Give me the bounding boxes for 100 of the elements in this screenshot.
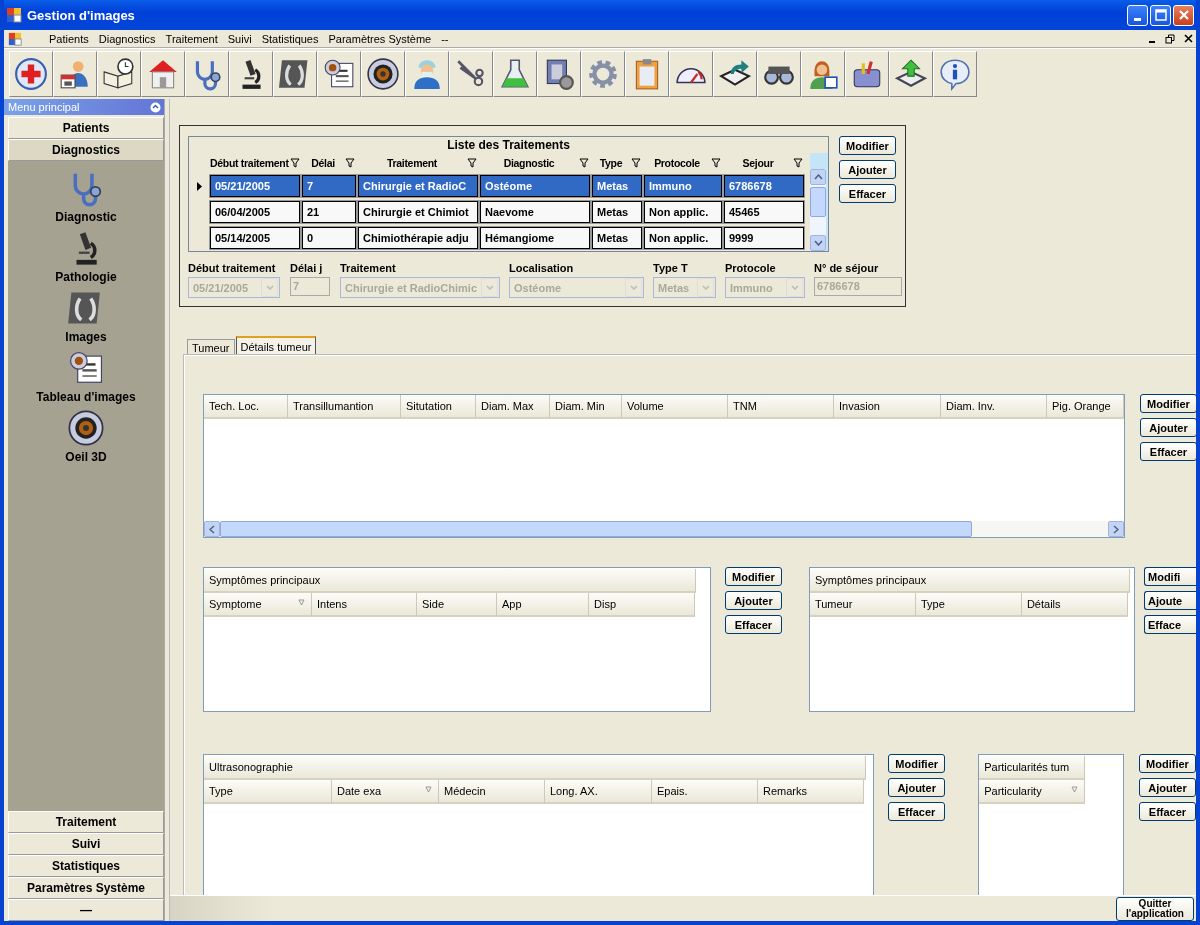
tab[interactable]: Tumeur: [187, 339, 235, 355]
action-button[interactable]: Efface: [1144, 615, 1196, 634]
action-button[interactable]: Ajouter: [724, 591, 782, 610]
column-header[interactable]: Intens: [312, 593, 417, 617]
column-header[interactable]: Détails: [1021, 593, 1128, 617]
sidebar-item[interactable]: Traitement: [8, 811, 164, 833]
toolbar-button[interactable]: [537, 51, 581, 97]
horizontal-scrollbar[interactable]: [204, 521, 1124, 537]
column-header[interactable]: Pig. Orange: [1047, 395, 1124, 419]
column-header[interactable]: Particularity: [979, 780, 1086, 804]
filter-icon[interactable]: [467, 158, 477, 168]
scroll-down-icon[interactable]: [813, 240, 823, 246]
column-header[interactable]: Transillumantion: [288, 395, 401, 419]
filter-icon[interactable]: [289, 158, 300, 168]
filter-icon[interactable]: [793, 158, 803, 168]
sidebar-item[interactable]: Paramètres Système: [8, 877, 164, 899]
toolbar-button[interactable]: [493, 51, 537, 97]
menu-item[interactable]: Suivi: [222, 32, 257, 45]
action-button[interactable]: Effacer: [1139, 802, 1196, 821]
action-button[interactable]: Effacer: [724, 615, 782, 634]
column-header[interactable]: Délai: [302, 157, 356, 169]
scroll-right-icon[interactable]: [1113, 524, 1119, 534]
action-button[interactable]: Modifier: [1139, 754, 1196, 773]
sidebar-link[interactable]: Images: [65, 330, 107, 344]
column-header[interactable]: Diagnostic: [480, 157, 590, 169]
close-button[interactable]: [1173, 4, 1194, 26]
toolbar-button[interactable]: [933, 51, 977, 97]
menu-item[interactable]: --: [436, 32, 454, 45]
toolbar-button[interactable]: [9, 51, 53, 97]
filter-icon[interactable]: [579, 158, 589, 168]
action-button[interactable]: Effacer: [839, 184, 896, 203]
action-button[interactable]: Ajouter: [1140, 418, 1196, 437]
toolbar-button[interactable]: [449, 51, 493, 97]
menu-item[interactable]: Patients: [44, 32, 94, 45]
column-header[interactable]: Début traitement: [210, 157, 300, 169]
menu-item[interactable]: Traitement: [160, 32, 223, 45]
column-header[interactable]: Remarks: [758, 780, 864, 804]
column-header[interactable]: Sejour: [724, 157, 804, 169]
filter-icon[interactable]: [345, 158, 355, 168]
action-button[interactable]: Ajouter: [888, 778, 946, 797]
action-button[interactable]: Modifier: [839, 136, 896, 155]
toolbar-button[interactable]: [361, 51, 405, 97]
toolbar-button[interactable]: [801, 51, 845, 97]
scroll-left-icon[interactable]: [209, 524, 215, 534]
column-header[interactable]: Long. AX.: [545, 780, 652, 804]
sidebar-item[interactable]: Statistiques: [8, 855, 164, 877]
toolbar-button[interactable]: [273, 51, 317, 97]
filter-icon[interactable]: [631, 158, 641, 168]
action-button[interactable]: Effacer: [888, 802, 946, 821]
toolbar-button[interactable]: [757, 51, 801, 97]
column-header[interactable]: Tumeur: [809, 593, 916, 617]
action-button[interactable]: Modifier: [724, 567, 782, 586]
sidebar-item[interactable]: —: [8, 899, 164, 921]
column-header[interactable]: Diam. Min: [550, 395, 622, 419]
sidebar-link[interactable]: Oeil 3D: [65, 450, 107, 464]
column-header[interactable]: Situtation: [401, 395, 476, 419]
column-header[interactable]: Médecin: [439, 780, 545, 804]
action-button[interactable]: Modifi: [1144, 567, 1196, 586]
sidebar-item[interactable]: Patients: [8, 117, 164, 139]
minimize-button[interactable]: [1127, 4, 1148, 26]
column-header[interactable]: Symptome: [204, 593, 312, 617]
collapse-icon[interactable]: [150, 101, 161, 113]
quit-button[interactable]: Quitter l'application: [1116, 897, 1194, 921]
vertical-scrollbar[interactable]: [810, 169, 826, 251]
action-button[interactable]: Ajoute: [1144, 591, 1196, 610]
column-header[interactable]: Traitement: [358, 157, 478, 169]
action-button[interactable]: Modifier: [888, 754, 946, 773]
toolbar-button[interactable]: [845, 51, 889, 97]
column-header[interactable]: Protocole: [644, 157, 722, 169]
column-header[interactable]: Type: [592, 157, 642, 169]
action-button[interactable]: Modifier: [1140, 394, 1196, 413]
column-header[interactable]: Date exa: [332, 780, 439, 804]
column-header[interactable]: Volume: [622, 395, 728, 419]
sidebar-item[interactable]: Diagnostics: [8, 139, 164, 161]
action-button[interactable]: Ajouter: [839, 160, 896, 179]
action-button[interactable]: Ajouter: [1139, 778, 1196, 797]
toolbar-button[interactable]: [713, 51, 757, 97]
column-header[interactable]: Disp: [589, 593, 695, 617]
toolbar-button[interactable]: [317, 51, 361, 97]
filter-icon[interactable]: [711, 158, 721, 168]
toolbar-button[interactable]: [889, 51, 933, 97]
column-header[interactable]: Type: [204, 780, 332, 804]
sidebar-item[interactable]: Suivi: [8, 833, 164, 855]
menu-item[interactable]: Diagnostics: [93, 32, 161, 45]
toolbar-button[interactable]: [97, 51, 141, 97]
action-button[interactable]: Effacer: [1140, 442, 1196, 461]
toolbar-button[interactable]: [669, 51, 713, 97]
column-header[interactable]: Invasion: [834, 395, 941, 419]
column-header[interactable]: Diam. Max: [476, 395, 550, 419]
column-header[interactable]: Diam. Inv.: [941, 395, 1047, 419]
scroll-up-icon[interactable]: [813, 174, 823, 180]
sidebar-link[interactable]: Pathologie: [55, 270, 117, 284]
menu-item[interactable]: Paramètres Système: [323, 32, 437, 45]
column-header[interactable]: Side: [417, 593, 497, 617]
maximize-button[interactable]: [1150, 4, 1171, 26]
column-header[interactable]: Type: [915, 593, 1022, 617]
sidebar-link[interactable]: Tableau d'images: [36, 390, 136, 404]
toolbar-button[interactable]: [229, 51, 273, 97]
column-header[interactable]: Tech. Loc.: [204, 395, 288, 419]
column-header[interactable]: App: [497, 593, 589, 617]
